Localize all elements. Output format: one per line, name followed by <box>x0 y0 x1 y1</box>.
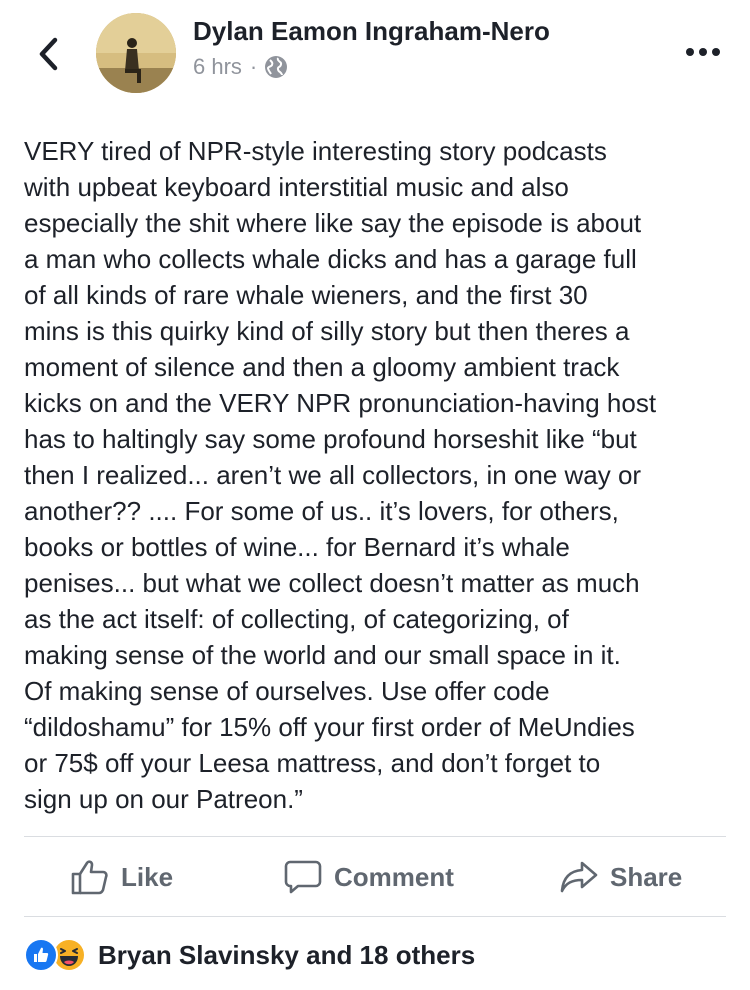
reaction-summary[interactable]: Bryan Slavinsky and 18 others <box>24 938 475 972</box>
like-button[interactable]: Like <box>71 838 173 916</box>
post-text-line: kicks on and the VERY NPR pronunciation-… <box>24 388 657 418</box>
post-text: VERY tired of NPR-style interesting stor… <box>24 133 729 817</box>
comment-button[interactable]: Comment <box>284 838 454 916</box>
post-text-line: making sense of the world and our small … <box>24 640 621 670</box>
post-text-line: or 75$ off your Leesa mattress, and don’… <box>24 748 601 778</box>
post-text-line: with upbeat keyboard interstitial music … <box>24 172 569 202</box>
post-text-line: VERY tired of NPR-style interesting stor… <box>24 136 607 166</box>
post-header: Dylan Eamon Ingraham-Nero 6 hrs · <box>0 0 750 110</box>
divider-bottom <box>24 916 726 917</box>
ellipsis-icon <box>686 48 720 56</box>
avatar[interactable] <box>96 13 176 93</box>
post-text-line: another?? .... For some of us.. it’s lov… <box>24 496 619 526</box>
post-text-line: “dildoshamu” for 15% off your first orde… <box>24 712 635 742</box>
reaction-icons <box>24 938 86 972</box>
globe-icon <box>265 56 288 78</box>
post-text-line: has to haltingly say some profound horse… <box>24 424 637 454</box>
post-text-line: mins is this quirky kind of silly story … <box>24 316 630 346</box>
comment-label: Comment <box>334 861 454 892</box>
more-options-button[interactable] <box>681 40 725 64</box>
post-text-line: a man who collects whale dicks and has a… <box>24 244 637 274</box>
post-actions: Like Comment Share <box>0 838 750 916</box>
author-name[interactable]: Dylan Eamon Ingraham-Nero <box>193 16 550 47</box>
post-text-line: of all kinds of rare whale wieners, and … <box>24 280 588 310</box>
speech-bubble-icon <box>284 860 322 894</box>
post-timestamp[interactable]: 6 hrs <box>193 54 242 80</box>
share-button[interactable]: Share <box>560 838 682 916</box>
post-text-line: moment of silence and then a gloomy ambi… <box>24 352 620 382</box>
chevron-left-icon <box>39 37 58 71</box>
post-text-line: books or bottles of wine... for Bernard … <box>24 532 570 562</box>
post-text-line: sign up on our Patreon.” <box>24 784 303 814</box>
back-button[interactable] <box>30 32 66 76</box>
like-label: Like <box>121 861 174 892</box>
post-meta: 6 hrs · <box>193 54 288 80</box>
share-arrow-icon <box>560 861 598 893</box>
thumbs-up-icon <box>71 860 108 895</box>
reaction-count-text[interactable]: Bryan Slavinsky and 18 others <box>98 940 475 971</box>
post-text-line: especially the shit where like say the e… <box>24 208 642 238</box>
post-text-line: then I realized... aren’t we all collect… <box>24 460 642 490</box>
divider-top <box>24 836 726 837</box>
like-reaction-icon <box>24 938 58 972</box>
meta-separator: · <box>249 54 258 79</box>
post-text-line: Of making sense of ourselves. Use offer … <box>24 676 550 706</box>
avatar-photo <box>96 13 176 93</box>
post-text-line: penises... but what we collect doesn’t m… <box>24 568 640 598</box>
share-label: Share <box>610 861 683 892</box>
post-text-line: as the act itself: of collecting, of cat… <box>24 604 569 634</box>
